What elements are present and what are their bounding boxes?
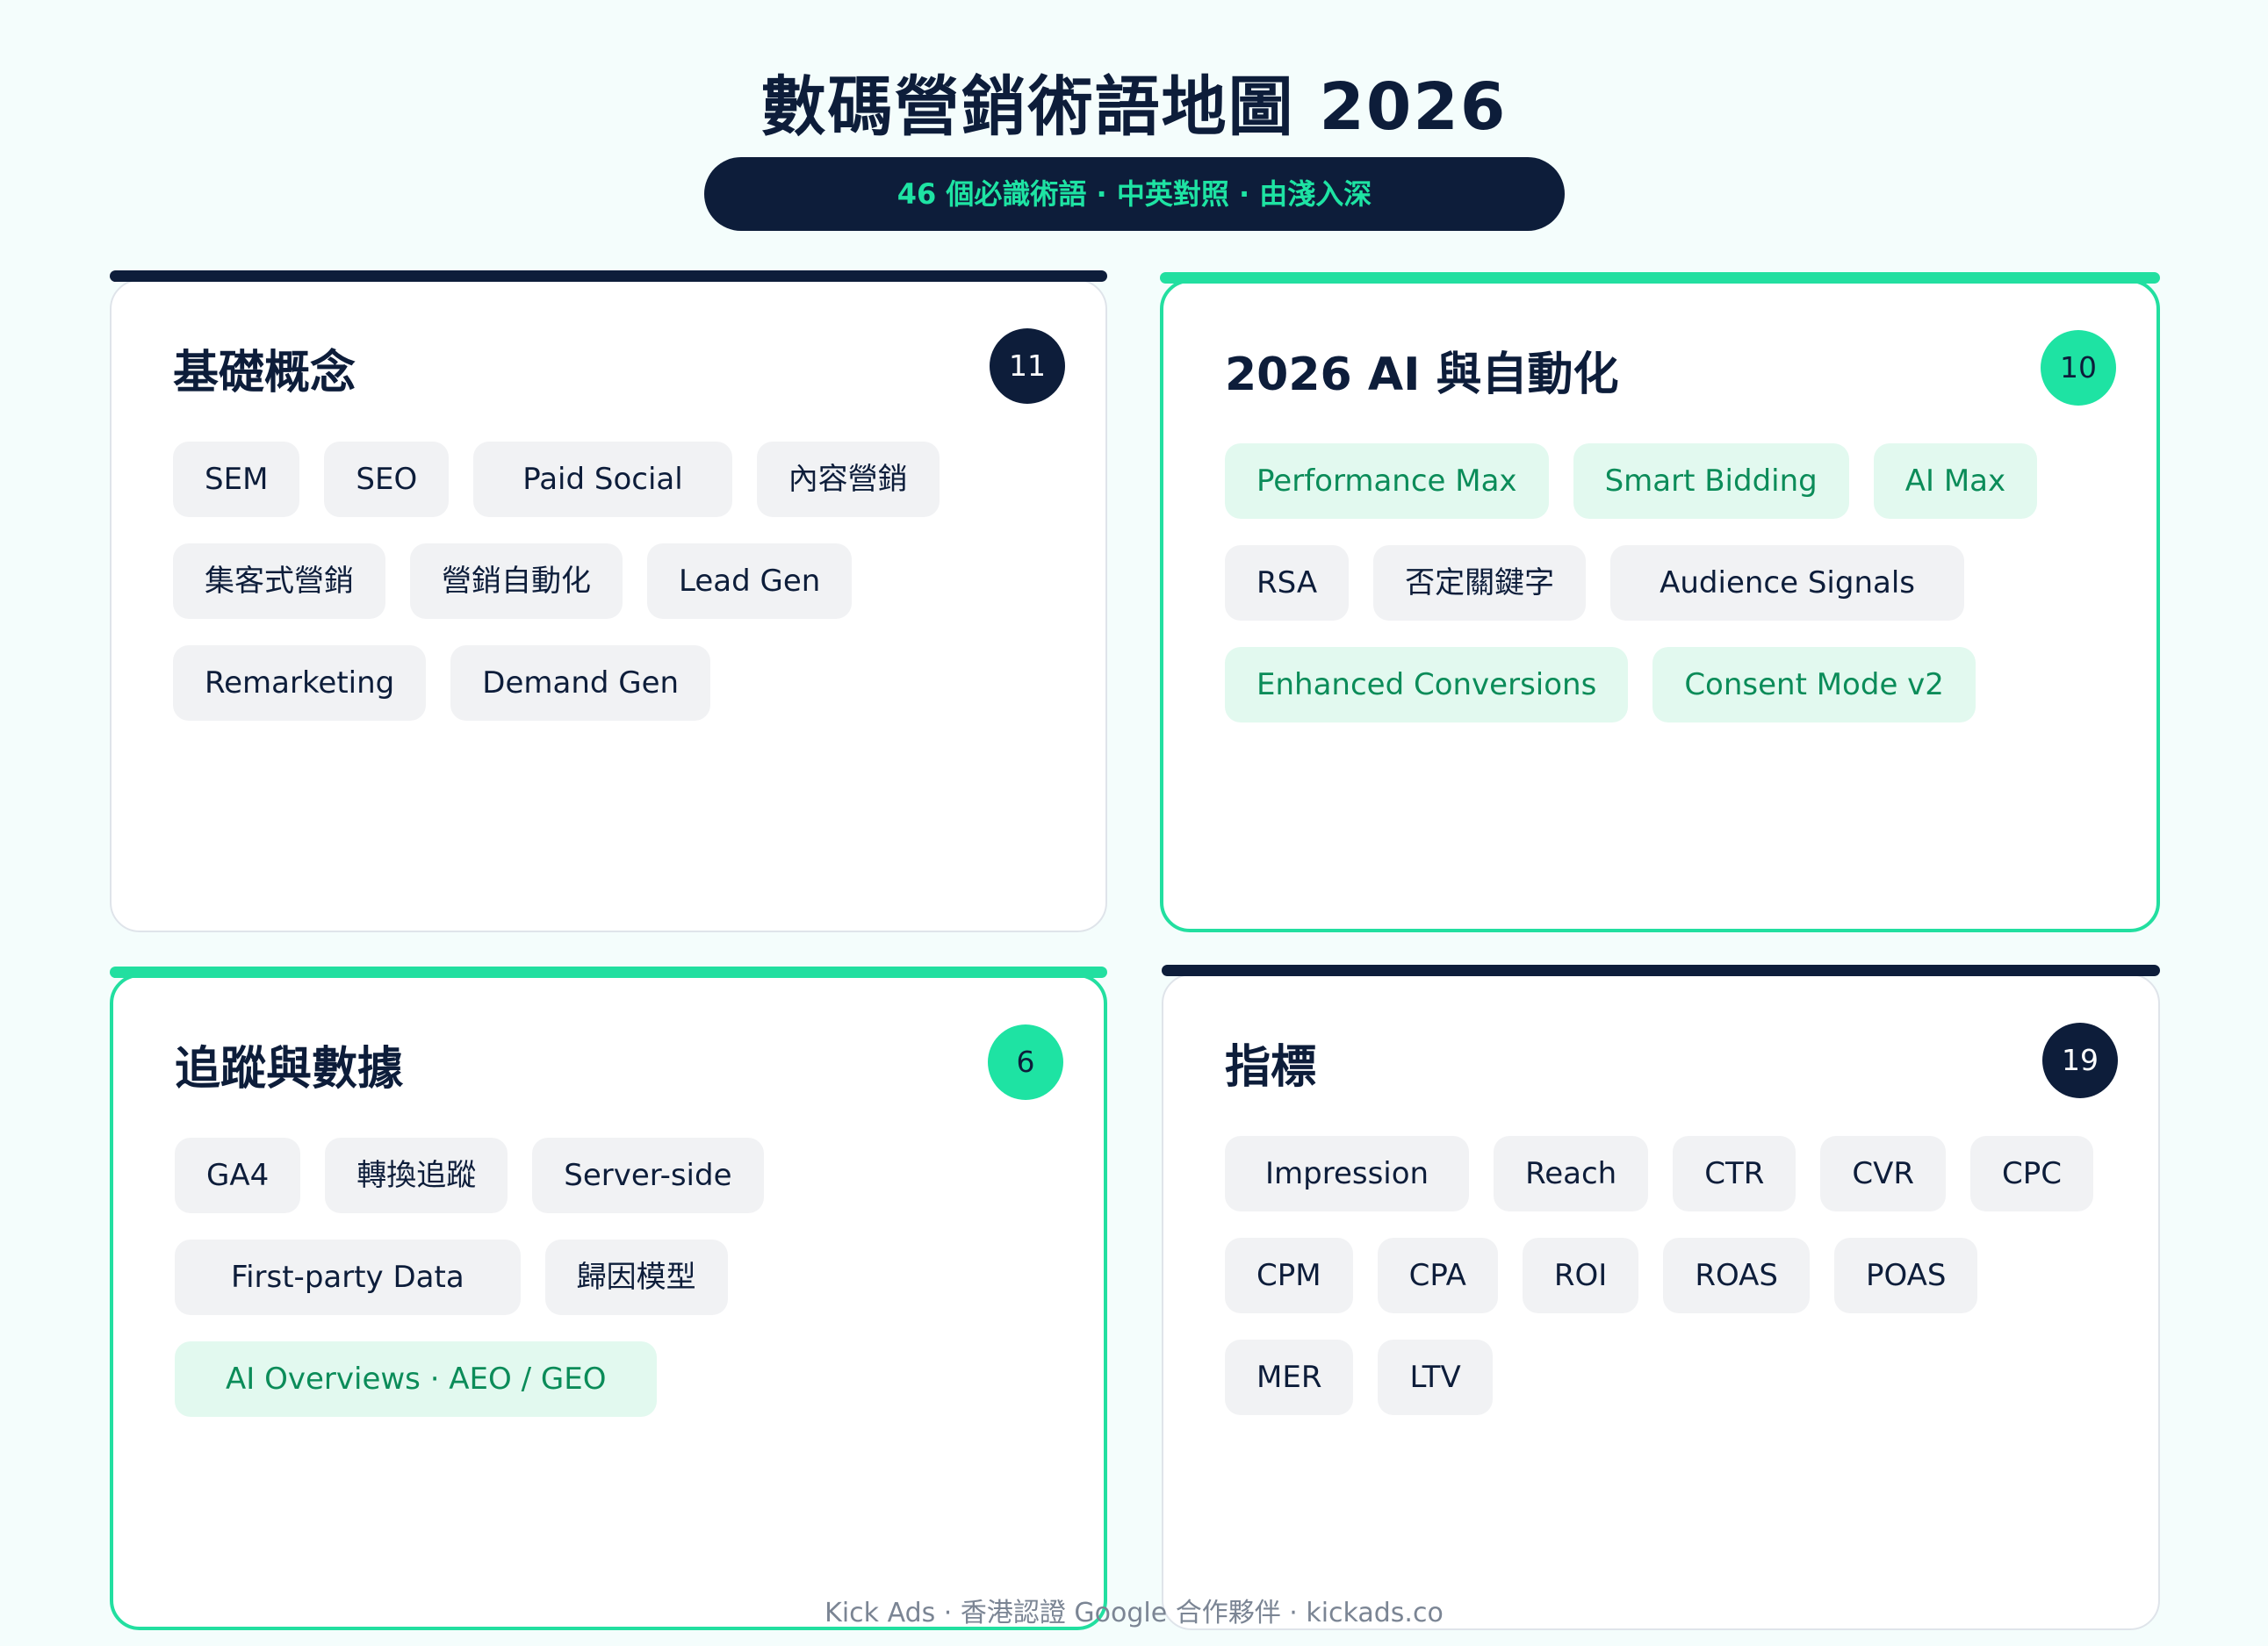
term-tag: Demand Gen: [450, 645, 711, 721]
term-tag: Impression: [1225, 1136, 1470, 1211]
term-tag: 轉換追蹤: [325, 1138, 508, 1213]
term-tag: 歸因模型: [544, 1240, 728, 1315]
term-count-badge: 19: [2042, 1023, 2118, 1098]
term-tag: 否定關鍵字: [1373, 545, 1587, 621]
term-tag: CPM: [1225, 1238, 1353, 1313]
card-tracking-data: 追蹤與數據 6 GA4 轉換追蹤 Server-side First-party…: [110, 967, 1107, 1630]
term-tag: CPC: [1969, 1136, 2093, 1211]
tag-list: Impression Reach CTR CVR CPC CPM CPA ROI…: [1225, 1136, 2118, 1415]
term-tag: LTV: [1378, 1340, 1493, 1415]
term-tag: Lead Gen: [647, 543, 853, 619]
footer-credit: Kick Ads · 香港認證 Google 合作夥伴 · kickads.co: [824, 1598, 1444, 1628]
card-title: 追蹤與數據: [175, 1043, 404, 1096]
term-tag: GA4: [175, 1138, 301, 1213]
term-tag: CVR: [1820, 1136, 1946, 1211]
card-top-bar: [1162, 965, 2160, 976]
subtitle-badge: 46 個必識術語 · 中英對照 · 由淺入深: [704, 157, 1565, 231]
tag-list: GA4 轉換追蹤 Server-side First-party Data 歸因…: [175, 1138, 1063, 1417]
term-tag: ROAS: [1663, 1238, 1810, 1313]
term-tag: SEM: [173, 442, 300, 517]
term-tag: AI Max: [1873, 443, 2038, 519]
term-tag: Smart Bidding: [1573, 443, 1849, 519]
term-tag: SEO: [324, 442, 450, 517]
term-tag: Consent Mode v2: [1652, 647, 1976, 722]
tag-list: Performance Max Smart Bidding AI Max RSA…: [1225, 443, 2116, 722]
term-count-badge: 10: [2041, 330, 2116, 406]
term-count-badge: 11: [990, 328, 1065, 404]
term-tag: AI Overviews · AEO / GEO: [175, 1341, 658, 1417]
card-metrics: 指標 19 Impression Reach CTR CVR CPC CPM C…: [1162, 965, 2160, 1630]
card-title: 2026 AI 與自動化: [1225, 349, 1619, 401]
term-tag: Server-side: [532, 1138, 764, 1213]
term-tag: MER: [1225, 1340, 1354, 1415]
card-title: 基礎概念: [173, 347, 356, 399]
card-basic-concepts: 基礎概念 11 SEM SEO Paid Social 內容營銷 集客式營銷 營…: [110, 270, 1107, 932]
term-tag: Enhanced Conversions: [1225, 647, 1629, 722]
card-top-bar: [110, 967, 1107, 978]
term-tag: ROI: [1522, 1238, 1639, 1313]
tag-list: SEM SEO Paid Social 內容營銷 集客式營銷 營銷自動化 Lea…: [173, 442, 1065, 721]
term-tag: 內容營銷: [756, 442, 940, 517]
term-tag: POAS: [1833, 1238, 1978, 1313]
term-tag: Remarketing: [173, 645, 427, 721]
term-tag: Performance Max: [1225, 443, 1549, 519]
card-title: 指標: [1225, 1041, 1317, 1094]
card-top-bar: [1160, 272, 2160, 284]
term-tag: Reach: [1494, 1136, 1649, 1211]
term-tag: CPA: [1377, 1238, 1498, 1313]
term-tag: CTR: [1673, 1136, 1796, 1211]
term-tag: RSA: [1225, 545, 1350, 621]
term-tag: 營銷自動化: [410, 543, 623, 619]
term-tag: Paid Social: [473, 442, 732, 517]
term-tag: Audience Signals: [1610, 545, 1964, 621]
card-ai-automation: 2026 AI 與自動化 10 Performance Max Smart Bi…: [1160, 272, 2160, 932]
card-top-bar: [110, 270, 1107, 282]
page-title: 數碼營銷術語地圖 2026: [760, 69, 1508, 145]
term-count-badge: 6: [988, 1024, 1063, 1100]
page: 數碼營銷術語地圖 2026 46 個必識術語 · 中英對照 · 由淺入深 基礎概…: [0, 0, 2268, 1646]
term-tag: First-party Data: [175, 1240, 521, 1315]
term-tag: 集客式營銷: [173, 543, 385, 619]
